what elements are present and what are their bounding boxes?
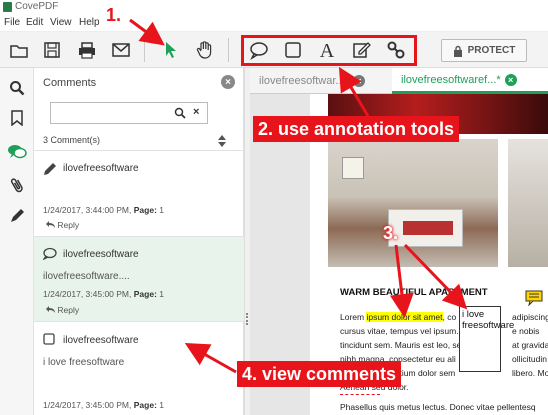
arrow-step-1 [129, 18, 165, 46]
arrow-step-3b [403, 243, 468, 310]
annotation-arrows [129, 18, 468, 374]
step-3-label: 3. [383, 223, 399, 243]
step-2-label: 2. use annotation tools [253, 116, 460, 142]
step-4-label: 4. view comments [237, 361, 402, 387]
arrow-step-4 [184, 343, 237, 374]
arrow-step-3a [389, 244, 414, 318]
arrow-step-2 [338, 66, 370, 117]
